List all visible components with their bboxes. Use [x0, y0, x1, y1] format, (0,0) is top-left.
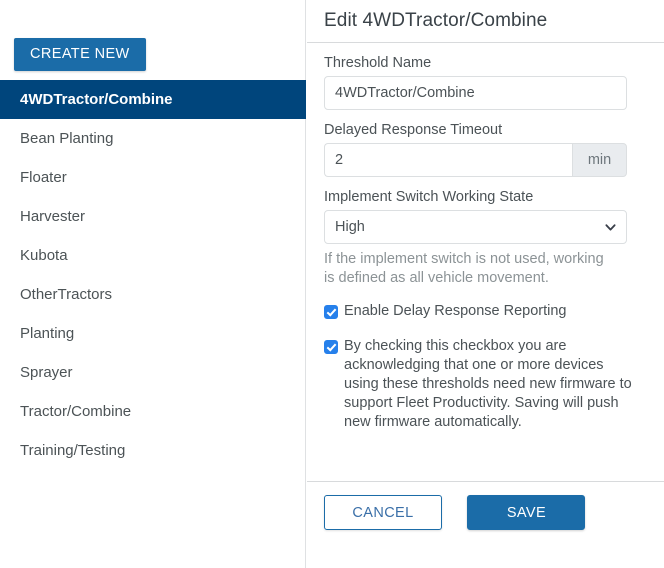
title-divider: [307, 42, 664, 43]
delayed-response-timeout-label: Delayed Response Timeout: [324, 122, 647, 138]
firmware-acknowledgement-label: By checking this checkbox you are acknow…: [344, 337, 632, 432]
implement-switch-select-wrap: High: [324, 210, 627, 244]
sidebar-item-label: OtherTractors: [20, 286, 112, 303]
page-title: Edit 4WDTractor/Combine: [307, 0, 664, 32]
threshold-name-input[interactable]: [324, 76, 627, 110]
sidebar-item-label: Training/Testing: [20, 442, 125, 459]
sidebar-item-label: Kubota: [20, 247, 68, 264]
sidebar-item-bean-planting[interactable]: Bean Planting: [0, 119, 306, 158]
create-new-button[interactable]: CREATE NEW: [14, 38, 146, 71]
footer-divider: [307, 481, 664, 482]
sidebar-item-label: Bean Planting: [20, 130, 113, 147]
sidebar-item-label: Sprayer: [20, 364, 73, 381]
enable-delay-response-reporting-row: Enable Delay Response Reporting: [324, 302, 647, 321]
enable-delay-response-reporting-label: Enable Delay Response Reporting: [344, 302, 566, 321]
save-button[interactable]: SAVE: [467, 495, 585, 530]
sidebar-item-label: Floater: [20, 169, 67, 186]
cancel-button[interactable]: CANCEL: [324, 495, 442, 530]
sidebar-item-training-testing[interactable]: Training/Testing: [0, 431, 306, 470]
sidebar-item-harvester[interactable]: Harvester: [0, 197, 306, 236]
sidebar-item-label: 4WDTractor/Combine: [20, 91, 173, 108]
sidebar-item-kubota[interactable]: Kubota: [0, 236, 306, 275]
edit-threshold-panel: Edit 4WDTractor/Combine Threshold Name D…: [307, 0, 664, 568]
sidebar-item-tractor-combine[interactable]: Tractor/Combine: [0, 392, 306, 431]
form-actions: CANCEL SAVE: [324, 495, 585, 530]
sidebar-item-4wdtractor-combine[interactable]: 4WDTractor/Combine: [0, 80, 306, 119]
implement-switch-helper-text: If the implement switch is not used, wor…: [324, 250, 616, 288]
implement-switch-working-state-label: Implement Switch Working State: [324, 189, 647, 205]
threshold-name-label: Threshold Name: [324, 55, 647, 71]
sidebar-item-planting[interactable]: Planting: [0, 314, 306, 353]
delayed-response-timeout-input[interactable]: [324, 143, 572, 177]
sidebar-item-label: Harvester: [20, 208, 85, 225]
threshold-list: 4WDTractor/Combine Bean Planting Floater…: [0, 80, 306, 470]
firmware-acknowledgement-row: By checking this checkbox you are acknow…: [324, 337, 647, 432]
implement-switch-working-state-select[interactable]: High: [324, 210, 627, 244]
firmware-acknowledgement-checkbox[interactable]: [324, 340, 338, 354]
delayed-response-timeout-group: min: [324, 143, 627, 177]
sidebar-item-sprayer[interactable]: Sprayer: [0, 353, 306, 392]
sidebar-item-floater[interactable]: Floater: [0, 158, 306, 197]
timeout-unit-addon: min: [572, 143, 627, 177]
sidebar-item-label: Tractor/Combine: [20, 403, 131, 420]
threshold-form: Threshold Name Delayed Response Timeout …: [307, 55, 664, 432]
sidebar-item-label: Planting: [20, 325, 74, 342]
sidebar-item-othertractors[interactable]: OtherTractors: [0, 275, 306, 314]
enable-delay-response-reporting-checkbox[interactable]: [324, 305, 338, 319]
threshold-sidebar: CREATE NEW 4WDTractor/Combine Bean Plant…: [0, 0, 306, 568]
threshold-settings-screen: CREATE NEW 4WDTractor/Combine Bean Plant…: [0, 0, 664, 568]
